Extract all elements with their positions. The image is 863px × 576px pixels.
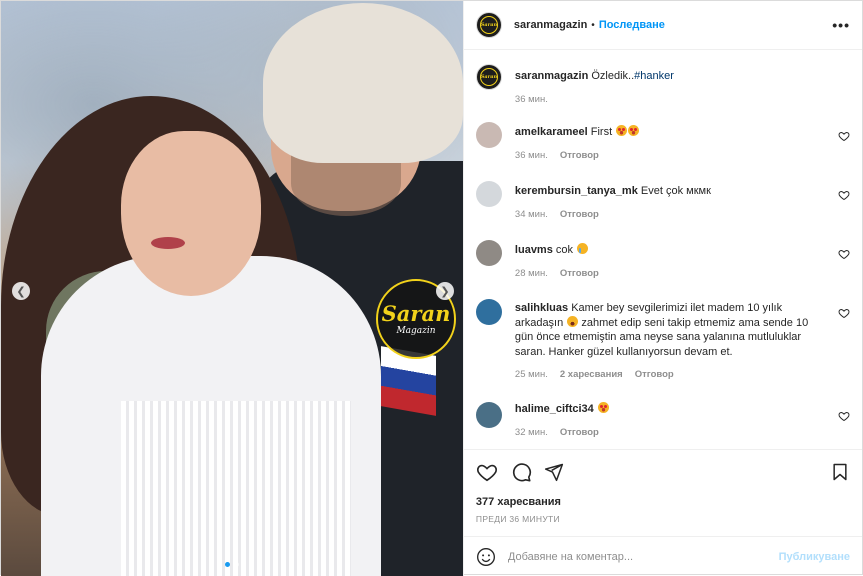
reply-button[interactable]: Отговор <box>635 369 674 380</box>
carousel-dot <box>224 562 230 567</box>
bookmark-icon[interactable] <box>830 462 850 482</box>
reply-button[interactable]: Отговор <box>560 150 599 161</box>
crying-emoji-icon <box>577 243 589 254</box>
brand-watermark-title: Saran <box>381 300 451 326</box>
post-comment-button[interactable]: Публикуване <box>779 551 850 563</box>
author-username[interactable]: saranmagazin <box>514 19 587 31</box>
reply-button[interactable]: Отговор <box>560 427 599 438</box>
posted-time: ПРЕДИ 36 МИНУТИ <box>475 514 560 524</box>
follow-button[interactable]: Последване <box>599 19 665 31</box>
comment-text: First <box>590 126 613 138</box>
comments-list[interactable]: Saran saranmagazin Özledik..#hanker 36 м… <box>464 50 862 449</box>
comment-username[interactable]: kerembursin_tanya_mk <box>515 185 638 197</box>
laughing-emoji-icon <box>567 315 579 327</box>
caption-username[interactable]: saranmagazin <box>515 70 588 82</box>
heart-eyes-emoji-icon <box>616 125 628 136</box>
header-separator: • <box>591 19 595 31</box>
caption-hashtag[interactable]: #hanker <box>634 70 674 82</box>
caption-text: Özledik.. <box>591 70 635 82</box>
comment-username[interactable]: luavms <box>515 244 553 256</box>
post-header: Saran saranmagazin • Последване ••• <box>463 1 862 50</box>
avatar[interactable] <box>475 181 502 207</box>
avatar[interactable] <box>475 240 502 266</box>
carousel-next-button[interactable]: ❯ <box>436 282 454 300</box>
avatar[interactable] <box>475 122 502 148</box>
likes-count[interactable]: 377 харесвания <box>476 496 850 508</box>
comment-time: 32 мин. <box>514 426 548 438</box>
send-icon[interactable] <box>544 462 564 482</box>
heart-eyes-emoji-icon <box>597 402 609 413</box>
chevron-right-icon: ❯ <box>440 285 450 298</box>
carousel-prev-button[interactable]: ❮ <box>12 282 30 300</box>
comment-time: 25 мин. <box>514 369 548 380</box>
avatar[interactable] <box>475 402 502 428</box>
comment-item: kerembursin_tanya_mk Evet çok мкмк 34 ми… <box>475 181 850 240</box>
heart-icon[interactable] <box>838 130 850 142</box>
comment-username[interactable]: salihkluas <box>515 302 568 314</box>
comment-text: Evet çok мкмк <box>640 185 711 197</box>
comment-username[interactable]: amelkarameel <box>515 126 588 138</box>
reply-button[interactable]: Отговор <box>560 209 599 220</box>
carousel-dot <box>233 562 239 567</box>
heart-icon[interactable] <box>476 461 498 483</box>
heart-icon[interactable] <box>838 248 850 260</box>
more-horizontal-icon[interactable]: ••• <box>832 17 850 33</box>
post-photo: Saran Magazin ❮ ❯ <box>1 1 463 576</box>
heart-eyes-emoji-icon <box>628 125 640 136</box>
comment-item: luavms cok 28 мин. Отговор <box>475 240 850 299</box>
comment-icon[interactable] <box>510 461 532 483</box>
post-dialog: Saran Magazin ❮ ❯ Saran saranmagazin • П… <box>0 0 863 576</box>
brand-watermark-sub: Magazin <box>396 325 436 336</box>
add-comment-bar: Публикуване <box>463 536 862 576</box>
comment-item: halime_ciftci34 32 мин. Отговор <box>475 402 850 449</box>
caption-time: 36 мин. <box>514 93 548 105</box>
heart-icon[interactable] <box>838 307 850 319</box>
heart-icon[interactable] <box>838 189 850 201</box>
avatar[interactable] <box>475 299 502 325</box>
comment-time: 28 мин. <box>514 267 548 279</box>
reply-button[interactable]: Отговор <box>560 268 599 279</box>
chevron-left-icon: ❮ <box>16 285 26 298</box>
post-caption: Saran saranmagazin Özledik..#hanker 36 м… <box>475 64 850 122</box>
comment-time: 34 мин. <box>514 208 548 220</box>
comment-input[interactable] <box>507 550 779 563</box>
carousel-indicator <box>1 562 463 567</box>
comment-likes[interactable]: 2 харесвания <box>560 369 623 380</box>
avatar[interactable]: Saran <box>475 64 502 90</box>
heart-icon[interactable] <box>838 410 850 422</box>
comment-item: salihkluas Kamer bey sevgilerimizi ilet … <box>475 299 850 402</box>
comment-username[interactable]: halime_ciftci34 <box>515 403 594 415</box>
comment-text: cok <box>555 244 574 256</box>
post-side-panel: Saran saranmagazin • Последване ••• Sara… <box>462 1 862 576</box>
comment-item: amelkarameel First 36 мин. Отговор <box>475 122 850 181</box>
post-actions: 377 харесвания ПРЕДИ 36 МИНУТИ <box>463 449 862 536</box>
avatar[interactable]: Saran <box>475 12 502 38</box>
smiley-icon[interactable] <box>476 547 496 567</box>
comment-time: 36 мин. <box>514 149 548 161</box>
